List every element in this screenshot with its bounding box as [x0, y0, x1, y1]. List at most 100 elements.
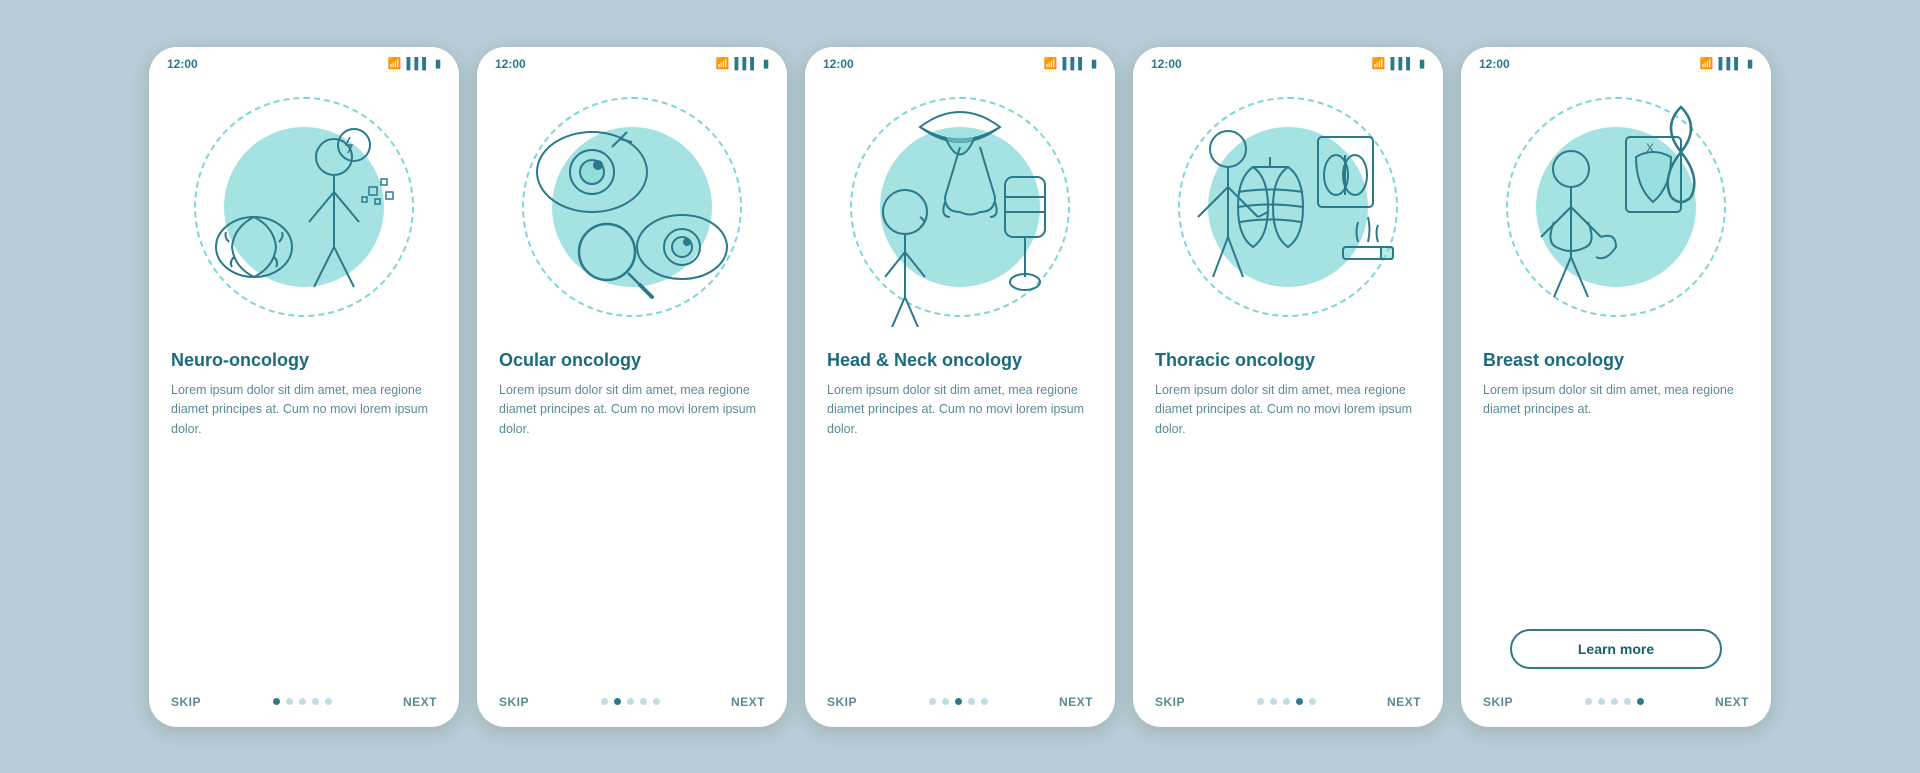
- content-breast: Breast oncology Lorem ipsum dolor sit di…: [1461, 337, 1771, 683]
- time-3: 12:00: [823, 57, 854, 71]
- nav-1: SKIP NEXT: [149, 683, 459, 727]
- status-bar-2: 12:00 📶 ▌▌▌ ▮: [477, 47, 787, 77]
- dot-1-1: [286, 698, 293, 705]
- dot-2-4: [653, 698, 660, 705]
- dot-3-1: [942, 698, 949, 705]
- content-neuro: Neuro-oncology Lorem ipsum dolor sit dim…: [149, 337, 459, 683]
- wifi-icon-5: 📶: [1700, 57, 1714, 70]
- text-ocular: Lorem ipsum dolor sit dim amet, mea regi…: [499, 381, 765, 673]
- content-head-neck: Head & Neck oncology Lorem ipsum dolor s…: [805, 337, 1115, 683]
- wifi-icon-1: 📶: [388, 57, 402, 70]
- title-thoracic: Thoracic oncology: [1155, 349, 1421, 372]
- cards-container: 12:00 📶 ▌▌▌ ▮: [0, 17, 1920, 757]
- battery-icon-2: ▮: [763, 57, 769, 70]
- nav-2: SKIP NEXT: [477, 683, 787, 727]
- dot-2-1: [614, 698, 621, 705]
- dot-4-1: [1270, 698, 1277, 705]
- title-neuro: Neuro-oncology: [171, 349, 437, 372]
- illustration-breast: X: [1461, 77, 1771, 337]
- skip-btn-2[interactable]: SKIP: [499, 695, 529, 709]
- dot-4-0: [1257, 698, 1264, 705]
- text-head-neck: Lorem ipsum dolor sit dim amet, mea regi…: [827, 381, 1093, 673]
- status-icons-2: 📶 ▌▌▌ ▮: [716, 57, 769, 70]
- wifi-icon-2: 📶: [716, 57, 730, 70]
- dot-4-3: [1296, 698, 1303, 705]
- battery-icon-5: ▮: [1747, 57, 1753, 70]
- status-bar-3: 12:00 📶 ▌▌▌ ▮: [805, 47, 1115, 77]
- status-bar-5: 12:00 📶 ▌▌▌ ▮: [1461, 47, 1771, 77]
- next-btn-3[interactable]: NEXT: [1059, 695, 1093, 709]
- text-thoracic: Lorem ipsum dolor sit dim amet, mea regi…: [1155, 381, 1421, 673]
- time-2: 12:00: [495, 57, 526, 71]
- head-neck-svg: [840, 87, 1080, 327]
- status-icons-3: 📶 ▌▌▌ ▮: [1044, 57, 1097, 70]
- time-5: 12:00: [1479, 57, 1510, 71]
- dot-1-4: [325, 698, 332, 705]
- dot-2-2: [627, 698, 634, 705]
- dot-3-2: [955, 698, 962, 705]
- ocular-svg: [512, 87, 752, 327]
- battery-icon-4: ▮: [1419, 57, 1425, 70]
- dot-2-0: [601, 698, 608, 705]
- dot-1-3: [312, 698, 319, 705]
- card-neuro-oncology: 12:00 📶 ▌▌▌ ▮: [149, 47, 459, 727]
- neuro-svg: [184, 87, 424, 327]
- dots-5: [1585, 698, 1644, 705]
- battery-icon-3: ▮: [1091, 57, 1097, 70]
- next-btn-2[interactable]: NEXT: [731, 695, 765, 709]
- card-ocular-oncology: 12:00 📶 ▌▌▌ ▮: [477, 47, 787, 727]
- dot-5-1: [1598, 698, 1605, 705]
- dot-5-2: [1611, 698, 1618, 705]
- wifi-icon-3: 📶: [1044, 57, 1058, 70]
- signal-icon-5: ▌▌▌: [1719, 58, 1742, 70]
- next-btn-1[interactable]: NEXT: [403, 695, 437, 709]
- content-ocular: Ocular oncology Lorem ipsum dolor sit di…: [477, 337, 787, 683]
- illustration-neuro: [149, 77, 459, 337]
- illustration-ocular: [477, 77, 787, 337]
- dots-1: [273, 698, 332, 705]
- wifi-icon-4: 📶: [1372, 57, 1386, 70]
- text-neuro: Lorem ipsum dolor sit dim amet, mea regi…: [171, 381, 437, 673]
- dot-4-2: [1283, 698, 1290, 705]
- next-btn-5[interactable]: NEXT: [1715, 695, 1749, 709]
- dot-4-4: [1309, 698, 1316, 705]
- status-bar-4: 12:00 📶 ▌▌▌ ▮: [1133, 47, 1443, 77]
- signal-icon-1: ▌▌▌: [407, 58, 430, 70]
- signal-icon-4: ▌▌▌: [1391, 58, 1414, 70]
- skip-btn-1[interactable]: SKIP: [171, 695, 201, 709]
- dots-4: [1257, 698, 1316, 705]
- learn-more-button[interactable]: Learn more: [1510, 629, 1723, 669]
- status-icons-4: 📶 ▌▌▌ ▮: [1372, 57, 1425, 70]
- illustration-thoracic: [1133, 77, 1443, 337]
- time-4: 12:00: [1151, 57, 1182, 71]
- time-1: 12:00: [167, 57, 198, 71]
- battery-icon-1: ▮: [435, 57, 441, 70]
- next-btn-4[interactable]: NEXT: [1387, 695, 1421, 709]
- text-breast: Lorem ipsum dolor sit dim amet, mea regi…: [1483, 381, 1749, 621]
- card-head-neck-oncology: 12:00 📶 ▌▌▌ ▮: [805, 47, 1115, 727]
- skip-btn-3[interactable]: SKIP: [827, 695, 857, 709]
- status-icons-5: 📶 ▌▌▌ ▮: [1700, 57, 1753, 70]
- skip-btn-5[interactable]: SKIP: [1483, 695, 1513, 709]
- title-head-neck: Head & Neck oncology: [827, 349, 1093, 372]
- dot-1-2: [299, 698, 306, 705]
- dot-5-0: [1585, 698, 1592, 705]
- dot-3-4: [981, 698, 988, 705]
- card-thoracic-oncology: 12:00 📶 ▌▌▌ ▮: [1133, 47, 1443, 727]
- title-ocular: Ocular oncology: [499, 349, 765, 372]
- nav-4: SKIP NEXT: [1133, 683, 1443, 727]
- dot-5-4: [1637, 698, 1644, 705]
- content-thoracic: Thoracic oncology Lorem ipsum dolor sit …: [1133, 337, 1443, 683]
- dot-3-3: [968, 698, 975, 705]
- svg-text:X: X: [1646, 141, 1654, 155]
- dots-2: [601, 698, 660, 705]
- status-icons-1: 📶 ▌▌▌ ▮: [388, 57, 441, 70]
- dot-1-0: [273, 698, 280, 705]
- dot-3-0: [929, 698, 936, 705]
- status-bar-1: 12:00 📶 ▌▌▌ ▮: [149, 47, 459, 77]
- signal-icon-2: ▌▌▌: [735, 58, 758, 70]
- thoracic-svg: [1168, 87, 1408, 327]
- signal-icon-3: ▌▌▌: [1063, 58, 1086, 70]
- skip-btn-4[interactable]: SKIP: [1155, 695, 1185, 709]
- breast-svg: X: [1496, 87, 1736, 327]
